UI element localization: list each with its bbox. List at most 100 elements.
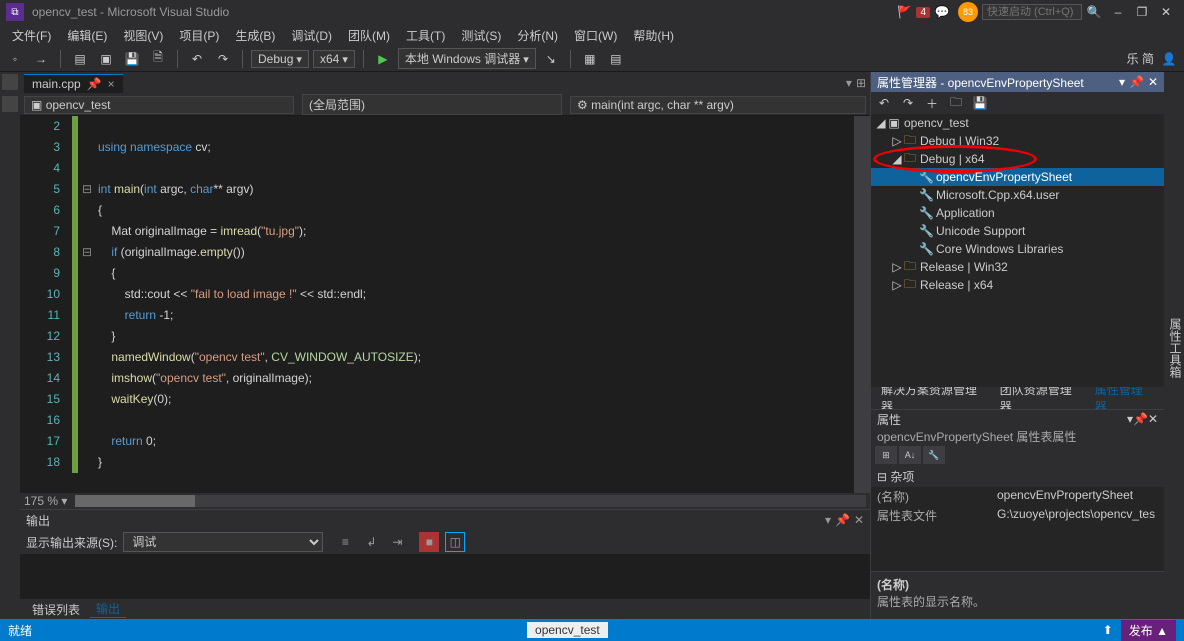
zoom-level[interactable]: 175 % [24,494,58,508]
save-all-button[interactable]: 🗎 [147,48,169,70]
pm-tool-button[interactable]: ↷ [899,94,917,112]
new-project-button[interactable]: ▤ [69,48,91,70]
platform-dropdown[interactable]: x64 ▾ [313,50,355,68]
editor-vertical-scrollbar[interactable] [854,116,870,493]
run-target-dropdown[interactable]: 本地 Windows 调试器 ▾ [398,48,536,69]
output-wrap-button[interactable]: ↲ [361,532,381,552]
code-content[interactable]: using namespace cv;int main(int argc, ch… [94,116,854,493]
pin-icon[interactable]: 📌 [87,77,102,91]
tree-row[interactable]: 🔧Application [871,204,1164,222]
tree-row[interactable]: 🔧Core Windows Libraries [871,240,1164,258]
redo-button[interactable]: ↷ [212,48,234,70]
output-close-icon[interactable]: ✕ [854,513,864,527]
nav-back-button[interactable]: ◦ [4,48,26,70]
pm-dropdown-icon[interactable]: ▾ [1119,75,1125,89]
menu-item[interactable]: 帮助(H) [625,27,682,44]
open-button[interactable]: ▣ [95,48,117,70]
editor-horizontal-scrollbar[interactable] [75,495,866,507]
run-play-icon[interactable]: ▶ [372,48,394,70]
props-close-icon[interactable]: ✕ [1148,412,1158,426]
tree-row[interactable]: 🔧Unicode Support [871,222,1164,240]
notification-badge[interactable]: 4 [916,7,930,18]
tree-row[interactable]: 🔧opencvEnvPropertySheet [871,168,1164,186]
step-into-button[interactable]: ↘ [540,48,562,70]
props-categorized-button[interactable]: ⊞ [875,446,897,464]
tree-row[interactable]: ▷🗀Release | x64 [871,276,1164,294]
menu-item[interactable]: 团队(M) [340,27,398,44]
output-source-dropdown[interactable]: 调试 [123,532,323,552]
search-icon[interactable]: 🔍 [1086,4,1102,20]
title-bar: ⧉ opencv_test - Microsoft Visual Studio … [0,0,1184,24]
status-notify-icon[interactable]: ⬆ [1103,623,1113,637]
toolbar-extra-2[interactable]: ▤ [605,48,627,70]
editor-tab-main-cpp[interactable]: main.cpp 📌 × [24,74,123,93]
pm-toolbar: ↶ ↷ ＋ 🗀 💾 [871,92,1164,114]
tab-close-icon[interactable]: × [108,77,115,91]
pm-tree[interactable]: ◢▣opencv_test▷🗀Debug | Win32◢🗀Debug | x6… [871,114,1164,387]
function-combo[interactable]: ⚙ main(int argc, char ** argv) [570,96,866,114]
property-row[interactable]: (名称)opencvEnvPropertySheet [871,487,1164,506]
tree-row[interactable]: ◢🗀Debug | x64 [871,150,1164,168]
menu-item[interactable]: 编辑(E) [59,27,115,44]
output-clear-button[interactable]: ≡ [335,532,355,552]
fold-gutter[interactable]: ⊟⊟ [80,116,94,493]
menu-item[interactable]: 窗口(W) [566,27,625,44]
right-edge-toolbox[interactable]: 属性工具箱 [1164,72,1184,619]
output-toggle-button[interactable]: ⇥ [387,532,407,552]
toolbar-avatar-icon[interactable]: 👤 [1158,48,1180,70]
menu-item[interactable]: 调试(D) [283,27,340,44]
menu-item[interactable]: 文件(F) [4,27,59,44]
maximize-button[interactable]: ❐ [1130,5,1154,19]
output-option-button[interactable]: ◫ [445,532,465,552]
output-pin-icon[interactable]: 📌 [835,513,850,527]
pm-tool-button[interactable]: 🗀 [947,94,965,112]
config-dropdown[interactable]: Debug ▾ [251,50,309,68]
tree-row[interactable]: 🔧Microsoft.Cpp.x64.user [871,186,1164,204]
output-dropdown-icon[interactable]: ▾ [825,513,831,527]
tree-row[interactable]: ▷🗀Release | Win32 [871,258,1164,276]
menu-item[interactable]: 视图(V) [115,27,171,44]
tree-row[interactable]: ◢▣opencv_test [871,114,1164,132]
tab-error-list[interactable]: 错误列表 [26,601,86,618]
server-explorer-icon[interactable] [2,74,18,90]
split-editor-icon[interactable]: ⊞ [856,76,866,90]
pm-tool-button[interactable]: 💾 [971,94,989,112]
nav-forward-button[interactable]: → [30,48,52,70]
properties-grid[interactable]: ⊟ 杂项 (名称)opencvEnvPropertySheet属性表文件G:\z… [871,466,1164,571]
toolbox-icon[interactable] [2,96,18,112]
pm-close-icon[interactable]: ✕ [1148,75,1158,89]
menu-item[interactable]: 分析(N) [509,27,566,44]
props-pages-button[interactable]: 🔧 [923,446,945,464]
menu-item[interactable]: 生成(B) [227,27,283,44]
save-button[interactable]: 💾 [121,48,143,70]
output-body[interactable] [20,554,870,599]
props-alphabetical-button[interactable]: A↓ [899,446,921,464]
output-stop-button[interactable]: ■ [419,532,439,552]
code-editor[interactable]: 23456789101112131415161718 ⊟⊟ using name… [20,116,870,493]
menu-item[interactable]: 测试(S) [453,27,509,44]
tree-row[interactable]: ▷🗀Debug | Win32 [871,132,1164,150]
tab-output[interactable]: 输出 [90,600,126,618]
project-combo[interactable]: ▣ opencv_test [24,96,294,114]
scope-combo[interactable]: (全局范围) [302,94,562,115]
feedback-icon[interactable]: 💬 [934,4,950,20]
minimize-button[interactable]: – [1106,5,1130,19]
pm-tool-button[interactable]: ＋ [923,94,941,112]
props-pin-icon[interactable]: 📌 [1133,412,1148,426]
flag-icon[interactable]: 🚩 [896,4,912,20]
tab-overflow-icon[interactable]: ▾ [846,76,852,90]
pm-pin-icon[interactable]: 📌 [1129,75,1144,89]
menu-item[interactable]: 工具(T) [398,27,453,44]
properties-category[interactable]: ⊟ 杂项 [871,466,1164,487]
window-title-app: Microsoft Visual Studio [107,5,229,19]
quick-launch-input[interactable] [982,4,1082,20]
menu-item[interactable]: 项目(P) [171,27,227,44]
zoom-dropdown-icon[interactable]: ▾ [58,494,67,508]
close-button[interactable]: ✕ [1154,5,1178,19]
pm-tool-button[interactable]: ↶ [875,94,893,112]
user-avatar[interactable]: 83 [958,2,978,22]
undo-button[interactable]: ↶ [186,48,208,70]
publish-button[interactable]: 发布 ▲ [1121,620,1176,641]
toolbar-extra-1[interactable]: ▦ [579,48,601,70]
property-row[interactable]: 属性表文件G:\zuoye\projects\opencv_tes [871,506,1164,525]
